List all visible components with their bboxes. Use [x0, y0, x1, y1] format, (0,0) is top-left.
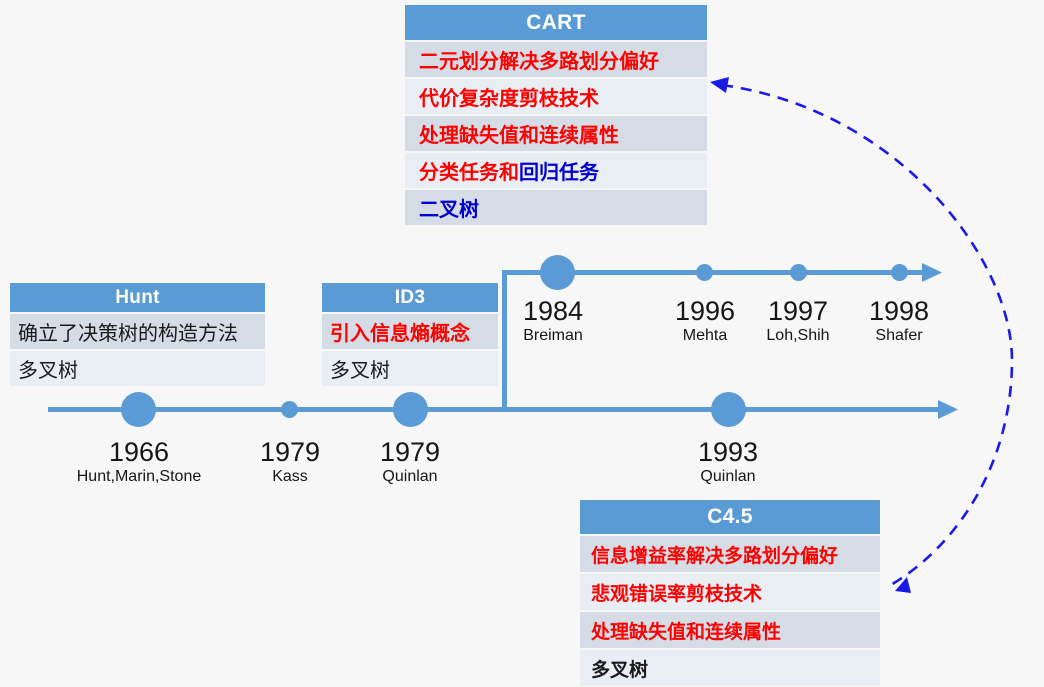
timeline-dot-1979-quinlan[interactable]: [393, 392, 428, 427]
timeline-dot-1997[interactable]: [790, 264, 807, 281]
timeline-year: 1998: [868, 296, 930, 326]
comparison-arc-arrowhead-to-cart: [710, 77, 729, 93]
card-id3-title: ID3: [322, 283, 498, 312]
timeline-label-1984: 1984 Breiman: [498, 296, 608, 346]
card-id3-row-1: 多叉树: [322, 351, 498, 386]
row-text: 处理缺失值和连续属性: [591, 621, 782, 643]
card-cart-title: CART: [405, 5, 707, 40]
row-text: 多叉树: [591, 659, 649, 681]
row-text: 确立了决策树的构造方法: [18, 323, 238, 345]
timeline-dot-1979-kass[interactable]: [281, 401, 298, 418]
row-text: 信息增益率解决多路划分偏好: [591, 545, 839, 567]
timeline-year: 1984: [522, 296, 584, 326]
timeline-label-1996: 1996 Mehta: [651, 296, 759, 346]
card-c45-row-3: 多叉树: [580, 650, 880, 686]
timeline-author: Mehta: [682, 327, 728, 344]
row-text: 代价复杂度剪枝技术: [419, 88, 599, 110]
card-c45-row-1: 悲观错误率剪枝技术: [580, 574, 880, 610]
lower-timeline-axis: [48, 407, 946, 412]
card-c45-row-2: 处理缺失值和连续属性: [580, 612, 880, 648]
timeline-year: 1979: [259, 437, 321, 467]
comparison-arc-arrowhead-to-c45: [895, 577, 911, 593]
timeline-author: Shafer: [875, 327, 923, 344]
timeline-year: 1996: [674, 296, 736, 326]
card-hunt: Hunt 确立了决策树的构造方法 多叉树: [10, 283, 265, 386]
timeline-dot-1966[interactable]: [121, 392, 156, 427]
row-text: 多叉树: [330, 360, 390, 382]
timeline-label-1998: 1998 Shafer: [845, 296, 953, 346]
timeline-author: Quinlan: [700, 468, 756, 485]
timeline-year: 1997: [767, 296, 829, 326]
timeline-author: Breiman: [523, 327, 583, 344]
timeline-year: 1979: [379, 437, 441, 467]
timeline-label-1966: 1966 Hunt,Marin,Stone: [44, 437, 234, 487]
timeline-author: Loh,Shih: [766, 327, 830, 344]
card-cart-row-3: 分类任务和 回归任务: [405, 153, 707, 188]
card-c45-row-0: 信息增益率解决多路划分偏好: [580, 536, 880, 572]
timeline-year: 1966: [108, 437, 170, 467]
timeline-author: Kass: [272, 468, 308, 485]
card-cart: CART 二元划分解决多路划分偏好 代价复杂度剪枝技术 处理缺失值和连续属性 分…: [405, 5, 707, 225]
timeline-dot-1984[interactable]: [540, 255, 575, 290]
card-c45-title: C4.5: [580, 500, 880, 534]
row-text-part-2: 回归任务: [519, 162, 599, 184]
row-text: 二叉树: [419, 199, 479, 221]
timeline-dot-1996[interactable]: [696, 264, 713, 281]
row-text: 多叉树: [18, 360, 78, 382]
card-id3: ID3 引入信息熵概念 多叉树: [322, 283, 498, 386]
card-hunt-row-0: 确立了决策树的构造方法: [10, 314, 265, 349]
card-cart-row-0: 二元划分解决多路划分偏好: [405, 42, 707, 77]
timeline-label-1979-kass: 1979 Kass: [230, 437, 350, 487]
card-hunt-row-1: 多叉树: [10, 351, 265, 386]
timeline-label-1997: 1997 Loh,Shih: [744, 296, 852, 346]
row-text: 引入信息熵概念: [330, 323, 470, 345]
timeline-dot-1998[interactable]: [891, 264, 908, 281]
timeline-year: 1993: [697, 437, 759, 467]
card-cart-row-4: 二叉树: [405, 190, 707, 225]
timeline-label-1979-quinlan: 1979 Quinlan: [350, 437, 470, 487]
card-c45: C4.5 信息增益率解决多路划分偏好 悲观错误率剪枝技术 处理缺失值和连续属性 …: [580, 500, 880, 686]
timeline-author: Hunt,Marin,Stone: [76, 468, 202, 485]
card-cart-row-1: 代价复杂度剪枝技术: [405, 79, 707, 114]
card-id3-row-0: 引入信息熵概念: [322, 314, 498, 349]
card-hunt-title: Hunt: [10, 283, 265, 312]
row-text: 二元划分解决多路划分偏好: [419, 51, 659, 73]
row-text: 悲观错误率剪枝技术: [591, 583, 763, 605]
timeline-diagram: CART 二元划分解决多路划分偏好 代价复杂度剪枝技术 处理缺失值和连续属性 分…: [0, 0, 1044, 687]
card-cart-row-2: 处理缺失值和连续属性: [405, 116, 707, 151]
timeline-dot-1993[interactable]: [711, 392, 746, 427]
row-text-part-1: 分类任务和: [419, 162, 519, 184]
timeline-label-1993: 1993 Quinlan: [668, 437, 788, 487]
timeline-author: Quinlan: [382, 468, 438, 485]
row-text: 处理缺失值和连续属性: [419, 125, 619, 147]
